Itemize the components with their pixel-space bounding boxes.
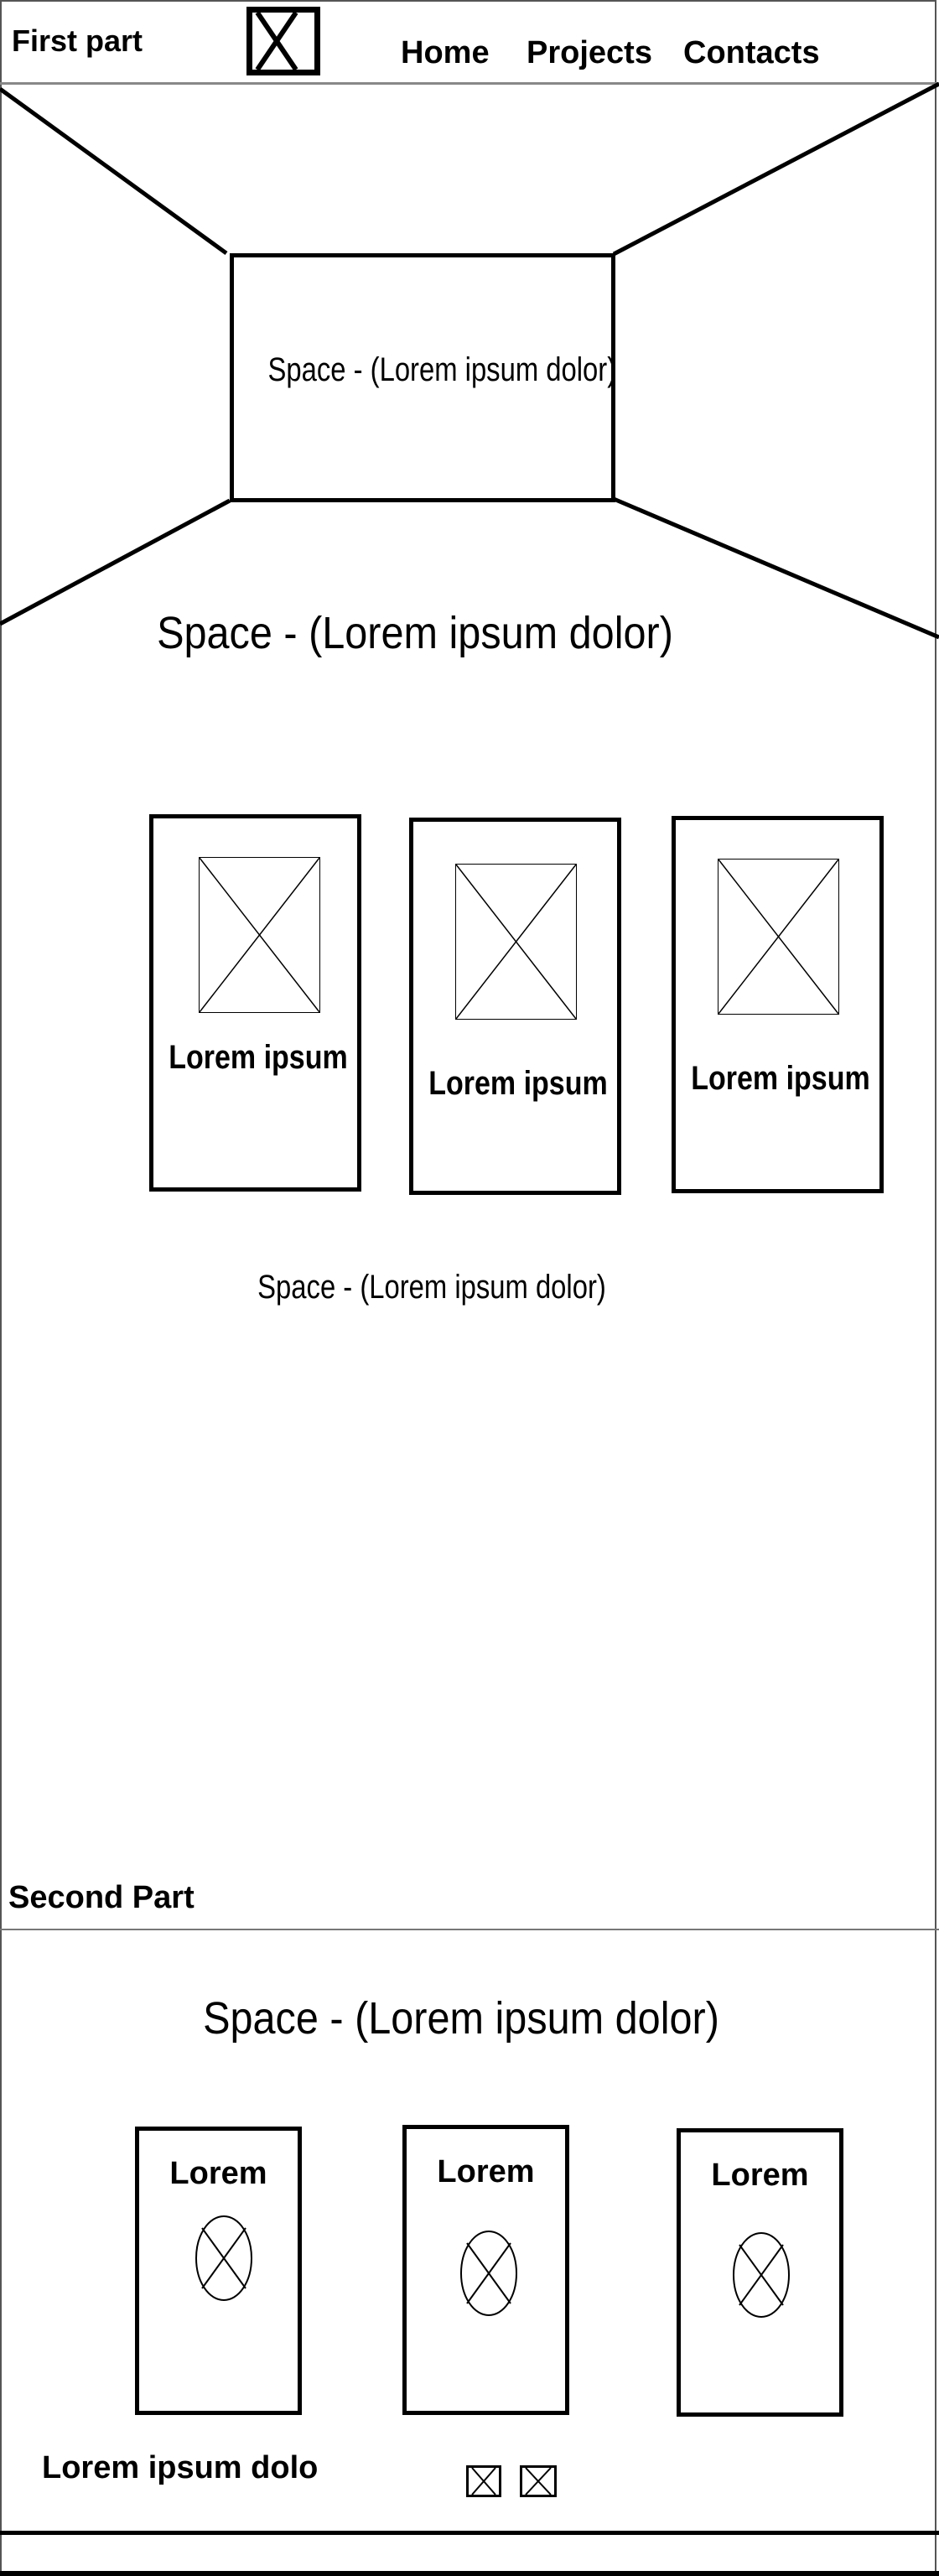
feature-card[interactable]: Lorem bbox=[135, 2127, 302, 2415]
section2-title: Second Part bbox=[8, 1880, 195, 1915]
section2-heading: Space - (Lorem ipsum dolor) bbox=[203, 1993, 719, 2044]
card-label: Lorem ipsum bbox=[691, 1060, 870, 1097]
circle-placeholder-icon bbox=[460, 2231, 517, 2316]
feature-card[interactable]: Lorem bbox=[402, 2125, 569, 2415]
feature-card[interactable]: Lorem bbox=[677, 2128, 843, 2417]
footer-divider bbox=[0, 2531, 939, 2535]
project-card[interactable]: Lorem ipsum bbox=[409, 818, 621, 1195]
image-placeholder-icon bbox=[455, 864, 577, 1020]
image-placeholder-icon bbox=[718, 859, 839, 1015]
section2-footer-text: Lorem ipsum dolo bbox=[42, 2450, 319, 2485]
card-label: Lorem bbox=[437, 2154, 535, 2189]
section1-footer-text: Space - (Lorem ipsum dolor) bbox=[257, 1269, 606, 1306]
project-card[interactable]: Lorem ipsum bbox=[672, 816, 884, 1193]
card-label: Lorem bbox=[711, 2158, 809, 2193]
hero-center-text: Space - (Lorem ipsum dolor) bbox=[267, 351, 617, 388]
circle-placeholder-icon bbox=[733, 2232, 790, 2318]
social-icon-placeholder[interactable] bbox=[520, 2465, 557, 2497]
card-label: Lorem ipsum bbox=[428, 1065, 608, 1102]
circle-placeholder-icon bbox=[195, 2215, 252, 2301]
project-card[interactable]: Lorem ipsum bbox=[149, 814, 361, 1192]
card-label: Lorem bbox=[169, 2156, 267, 2191]
image-placeholder-icon bbox=[199, 857, 320, 1013]
section2-divider bbox=[0, 1929, 939, 1930]
hero-box: Space - (Lorem ipsum dolor) bbox=[230, 253, 617, 502]
page-bottom-border bbox=[0, 2571, 939, 2576]
social-icon-placeholder[interactable] bbox=[466, 2465, 501, 2497]
section1-heading: Space - (Lorem ipsum dolor) bbox=[157, 608, 673, 658]
card-label: Lorem ipsum bbox=[169, 1039, 348, 1076]
